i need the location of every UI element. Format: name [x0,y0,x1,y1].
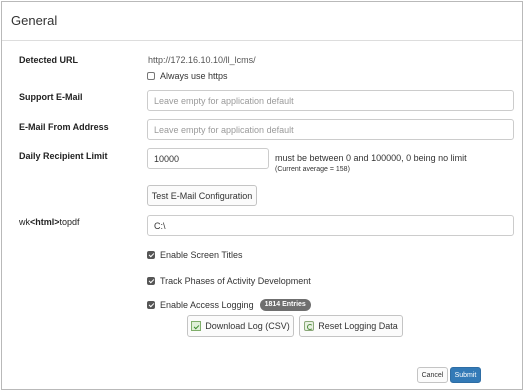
detected-url-value: http://172.16.10.10/ll_lcms/ [148,55,256,65]
test-email-button[interactable]: Test E-Mail Configuration [147,185,257,206]
submit-button[interactable]: Submit [450,367,481,383]
wkhtmltopdf-label-middle: <html> [30,217,60,227]
enable-access-logging-label: Enable Access Logging [160,300,254,310]
daily-limit-input[interactable] [147,148,269,169]
current-average-text: (Current average = 158) [275,166,350,173]
always-https-checkbox[interactable]: Always use https [147,71,228,81]
enable-access-logging-checkbox[interactable]: Enable Access Logging 1814 Entries [147,299,311,311]
daily-limit-label: Daily Recipient Limit [19,151,108,161]
track-phases-checkbox[interactable]: Track Phases of Activity Development [147,276,311,286]
panel-header: General [2,2,522,41]
daily-limit-hint: must be between 0 and 100000, 0 being no… [275,153,467,163]
support-email-label: Support E-Mail [19,92,83,102]
panel-title: General [11,13,58,28]
wkhtmltopdf-label-prefix: wk [19,217,30,227]
reset-logging-label: Reset Logging Data [318,321,398,331]
enable-screen-titles-label: Enable Screen Titles [160,250,243,260]
wkhtmltopdf-label: wk<html>topdf [19,217,80,227]
always-https-label: Always use https [160,71,228,81]
reset-icon [304,321,315,331]
cancel-button[interactable]: Cancel [417,367,448,383]
download-log-button[interactable]: Download Log (CSV) [187,315,294,337]
download-icon [191,321,202,331]
log-entries-badge: 1814 Entries [259,299,311,311]
enable-screen-titles-box[interactable] [147,251,155,259]
track-phases-box[interactable] [147,277,155,285]
track-phases-label: Track Phases of Activity Development [160,276,311,286]
general-settings-panel: General Detected URL http://172.16.10.10… [1,1,523,390]
email-from-input[interactable] [147,119,514,140]
enable-screen-titles-checkbox[interactable]: Enable Screen Titles [147,250,243,260]
wkhtmltopdf-path-input[interactable] [147,215,514,236]
reset-logging-button[interactable]: Reset Logging Data [299,315,403,337]
email-from-label: E-Mail From Address [19,122,109,132]
download-log-label: Download Log (CSV) [205,321,290,331]
always-https-box[interactable] [147,72,155,80]
wkhtmltopdf-label-suffix: topdf [59,217,80,227]
support-email-input[interactable] [147,90,514,111]
detected-url-label: Detected URL [19,55,79,65]
enable-access-logging-box[interactable] [147,301,155,309]
